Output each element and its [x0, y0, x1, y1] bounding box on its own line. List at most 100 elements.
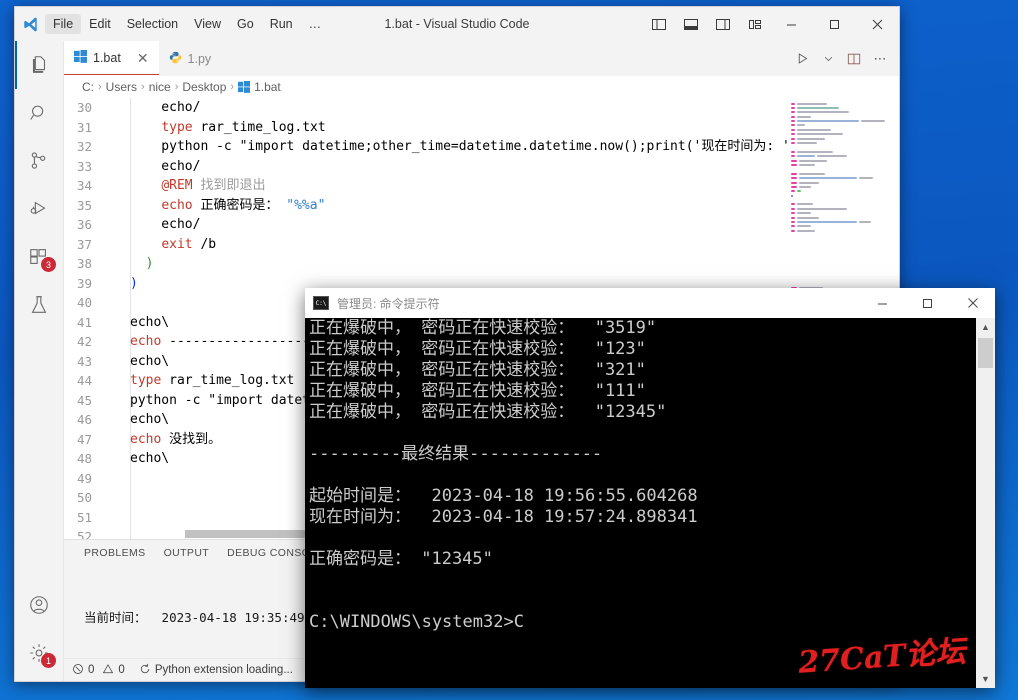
cmd-line: [309, 528, 975, 549]
activity-bar: 3: [15, 41, 64, 681]
code-line[interactable]: 35 echo 正确密码是： "%%a": [64, 196, 899, 216]
cmd-line: 正在爆破中， 密码正在快速校验： "111": [309, 381, 975, 402]
tab-close-icon[interactable]: ✕: [137, 51, 149, 65]
split-editor-icon[interactable]: [843, 48, 865, 70]
menu-edit[interactable]: Edit: [81, 14, 119, 34]
close-button[interactable]: [856, 8, 899, 41]
cmd-maximize-button[interactable]: [905, 288, 950, 318]
cmd-line: 正确密码是： "12345": [309, 549, 975, 570]
chevron-right-icon: ›: [98, 81, 102, 93]
menu-run[interactable]: Run: [262, 14, 301, 34]
line-number: 31: [64, 118, 110, 138]
line-number: 39: [64, 274, 110, 294]
menu-view[interactable]: View: [186, 14, 229, 34]
sidebar-item-search[interactable]: [15, 89, 63, 137]
run-icon[interactable]: [791, 48, 813, 70]
tab-problems[interactable]: PROBLEMS: [84, 547, 146, 562]
tab-1-bat[interactable]: 1.bat ✕: [64, 41, 159, 76]
account-icon: [28, 594, 50, 616]
menu-file[interactable]: File: [45, 14, 81, 34]
sidebar-item-run-debug[interactable]: [15, 185, 63, 233]
code-line[interactable]: 32 python -c "import datetime;other_time…: [64, 137, 899, 157]
line-text: echo 正确密码是： "%%a": [110, 196, 325, 216]
sidebar-item-settings[interactable]: 1: [15, 629, 63, 677]
breadcrumb-item-drive[interactable]: C:: [82, 80, 94, 94]
tab-label: 1.py: [188, 52, 212, 66]
breadcrumb-item-file[interactable]: 1.bat: [254, 80, 281, 94]
line-number: 42: [64, 332, 110, 352]
scroll-down-arrow-icon[interactable]: ▼: [976, 670, 995, 688]
code-line[interactable]: 37 exit /b: [64, 235, 899, 255]
status-extension-message[interactable]: Python extension loading...: [139, 663, 293, 678]
warning-count: 0: [118, 664, 124, 676]
toggle-secondary-sidebar-icon[interactable]: [708, 9, 738, 39]
line-number: 33: [64, 157, 110, 177]
code-line[interactable]: 34 @REM 找到即退出: [64, 176, 899, 196]
line-text: ): [110, 254, 153, 274]
tab-1-py[interactable]: 1.py: [159, 41, 222, 76]
scroll-up-arrow-icon[interactable]: ▲: [976, 318, 995, 336]
more-actions-icon[interactable]: ⋯: [869, 48, 891, 70]
error-circle-icon: [72, 663, 84, 678]
vscode-logo-icon: [15, 16, 45, 33]
tab-output[interactable]: OUTPUT: [164, 547, 210, 562]
breadcrumb-item-users[interactable]: Users: [106, 80, 137, 94]
cmd-output-text: 正在爆破中， 密码正在快速校验： "3519"正在爆破中， 密码正在快速校验： …: [309, 318, 975, 633]
line-number: 38: [64, 254, 110, 274]
line-text: python -c "import dateti: [110, 391, 318, 411]
line-number: 40: [64, 293, 110, 313]
line-text: echo\: [110, 352, 169, 372]
code-line[interactable]: 31 type rar_time_log.txt: [64, 118, 899, 138]
sidebar-item-extensions[interactable]: 3: [15, 233, 63, 281]
sidebar-item-explorer[interactable]: [15, 41, 63, 89]
cmd-line: [309, 423, 975, 444]
line-number: 36: [64, 215, 110, 235]
toggle-panel-icon[interactable]: [676, 9, 706, 39]
cmd-console-body[interactable]: 正在爆破中， 密码正在快速校验： "3519"正在爆破中， 密码正在快速校验： …: [305, 318, 995, 688]
chevron-right-icon: ›: [141, 81, 145, 93]
files-icon: [28, 54, 50, 76]
code-line[interactable]: 33 echo/: [64, 157, 899, 177]
line-text: echo 没找到。: [110, 430, 221, 450]
line-number: 48: [64, 449, 110, 469]
chevron-down-icon[interactable]: [817, 48, 839, 70]
code-line[interactable]: 30 echo/: [64, 98, 899, 118]
code-line[interactable]: 38 ): [64, 254, 899, 274]
cmd-title-bar[interactable]: C:\ 管理员: 命令提示符: [305, 288, 995, 318]
cmd-title: 管理员: 命令提示符: [337, 295, 440, 312]
cmd-scroll-thumb[interactable]: [978, 338, 993, 368]
cmd-close-button[interactable]: [950, 288, 995, 318]
windows-bat-icon: [74, 50, 87, 66]
breadcrumb-item-desktop[interactable]: Desktop: [182, 80, 226, 94]
status-message: Python extension loading...: [155, 664, 293, 676]
line-number: 32: [64, 137, 110, 157]
sidebar-item-accounts[interactable]: [15, 581, 63, 629]
cmd-scrollbar[interactable]: ▲ ▼: [976, 318, 995, 688]
cmd-line: 现在时间为： 2023-04-18 19:57:24.898341: [309, 507, 975, 528]
menu-more[interactable]: …: [301, 14, 330, 34]
extensions-badge: 3: [41, 257, 56, 272]
cmd-line: [309, 570, 975, 591]
sidebar-item-source-control[interactable]: [15, 137, 63, 185]
layout-controls: [644, 9, 770, 39]
maximize-button[interactable]: [813, 8, 856, 41]
menu-selection[interactable]: Selection: [119, 14, 186, 34]
cmd-minimize-button[interactable]: [860, 288, 905, 318]
line-text: type rar_time_log.txt: [110, 118, 326, 138]
menu-go[interactable]: Go: [229, 14, 262, 34]
line-text: echo/: [110, 215, 200, 235]
sidebar-item-testing[interactable]: [15, 281, 63, 329]
line-number: 47: [64, 430, 110, 450]
vscode-title-bar: File Edit Selection View Go Run … 1.bat …: [15, 7, 899, 41]
command-prompt-window[interactable]: C:\ 管理员: 命令提示符 正在爆破中， 密码正在快速校验： "3519"正在…: [305, 288, 995, 688]
cmd-window-controls: [860, 288, 995, 318]
status-problems[interactable]: 0 0: [72, 663, 125, 678]
code-line[interactable]: 36 echo/: [64, 215, 899, 235]
breadcrumb-item-nice[interactable]: nice: [149, 80, 171, 94]
customize-layout-icon[interactable]: [740, 9, 770, 39]
minimize-button[interactable]: [770, 8, 813, 41]
source-control-icon: [28, 150, 50, 172]
toggle-primary-sidebar-icon[interactable]: [644, 9, 674, 39]
tab-label: 1.bat: [93, 51, 121, 65]
line-number: 45: [64, 391, 110, 411]
